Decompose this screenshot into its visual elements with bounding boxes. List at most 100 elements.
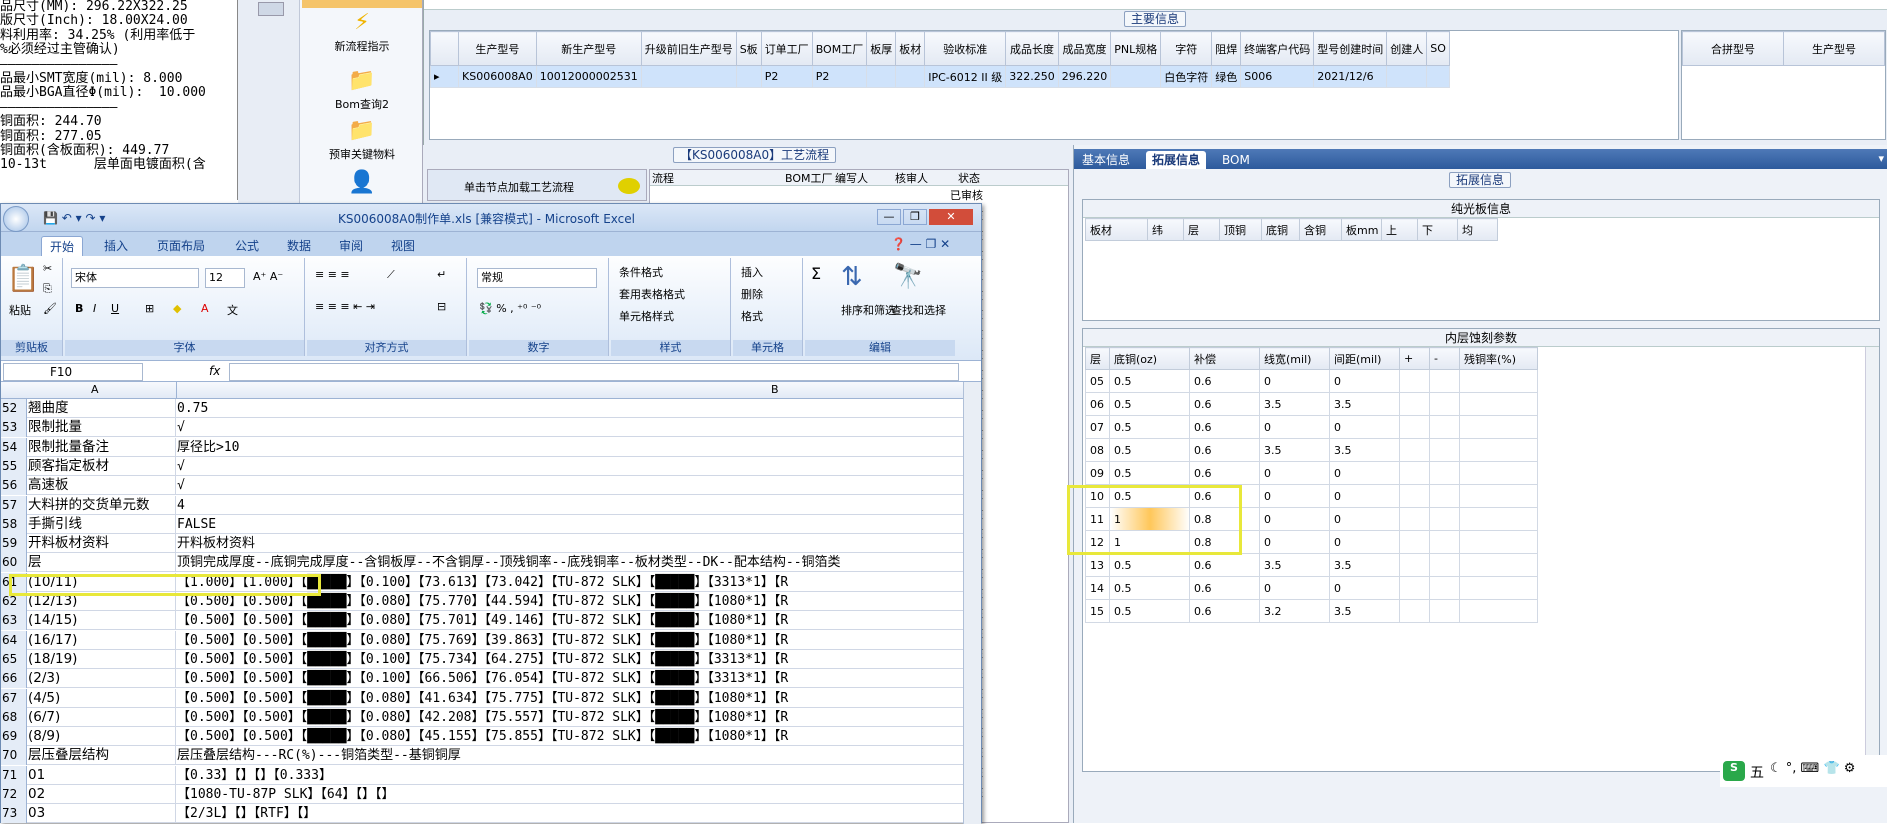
cell[interactable]: [1399, 392, 1430, 416]
row-number[interactable]: 67: [1, 688, 27, 708]
column-header[interactable]: PNL规格: [1110, 31, 1162, 66]
pure-board-header[interactable]: 下: [1417, 218, 1458, 241]
close-icon[interactable]: ✕: [929, 209, 973, 225]
minimize-icon[interactable]: —: [877, 209, 901, 225]
cell-a[interactable]: 开料板材资料: [28, 534, 176, 554]
pure-board-header[interactable]: 底铜: [1261, 218, 1300, 241]
cell[interactable]: 0: [1329, 484, 1400, 508]
pure-board-header[interactable]: 均: [1457, 218, 1498, 241]
tab-insert[interactable]: 插入: [96, 236, 136, 256]
cell[interactable]: 3.5: [1329, 553, 1400, 577]
row-number[interactable]: 53: [1, 418, 27, 438]
row-number[interactable]: 57: [1, 495, 27, 515]
cell[interactable]: [1399, 599, 1430, 623]
row-number[interactable]: 65: [1, 649, 27, 669]
table-row[interactable]: 05 0.5 0.6 0 0: [1085, 369, 1538, 393]
cell[interactable]: 0: [1329, 507, 1400, 531]
sheet-row[interactable]: 68 (6/7) 【0.500】【0.500】【█████】【0.080】【42.2…: [1, 707, 963, 727]
cell[interactable]: 0.6: [1189, 369, 1260, 393]
sheet-row[interactable]: 65 (18/19) 【0.500】【0.500】【█████】【0.100】【75…: [1, 649, 963, 669]
cell-a[interactable]: (8/9): [28, 727, 176, 747]
cell[interactable]: 0.5: [1109, 576, 1190, 600]
cell[interactable]: [1459, 461, 1538, 485]
sheet-row[interactable]: 52 翘曲度 0.75: [1, 399, 963, 418]
sheet-row[interactable]: 62 (12/13) 【0.500】【0.500】【█████】【0.080】【75…: [1, 592, 963, 611]
cell[interactable]: 0: [1259, 369, 1330, 393]
tab-review[interactable]: 审阅: [331, 236, 371, 256]
row-number[interactable]: 63: [1, 611, 27, 631]
cell[interactable]: 0: [1259, 530, 1330, 554]
column-header[interactable]: BOM工厂: [811, 31, 868, 66]
font-name-combo[interactable]: 宋体: [71, 268, 199, 288]
cell[interactable]: [1459, 507, 1538, 531]
cell-a[interactable]: (18/19): [28, 649, 176, 669]
cell[interactable]: [1429, 415, 1460, 439]
column-header[interactable]: SO: [1426, 31, 1450, 66]
row-number[interactable]: 71: [1, 765, 27, 785]
quick-access-toolbar[interactable]: 💾 ↶ ▾ ↷ ▾: [43, 211, 105, 225]
sort-filter-icon[interactable]: ⇅: [841, 262, 863, 292]
inner-scrollbar[interactable]: [1865, 347, 1879, 771]
cell[interactable]: 3.5: [1329, 438, 1400, 462]
cell[interactable]: 3.5: [1259, 553, 1330, 577]
column-header[interactable]: 字符: [1160, 31, 1213, 66]
cell[interactable]: 0.5: [1109, 484, 1190, 508]
cell[interactable]: 0.6: [1189, 392, 1260, 416]
restore-icon[interactable]: ❐: [903, 209, 927, 225]
column-header[interactable]: 创建人: [1386, 31, 1428, 66]
office-button-icon[interactable]: [3, 206, 29, 232]
tab-formulas[interactable]: 公式: [227, 236, 267, 256]
table-format-button[interactable]: 套用表格格式: [619, 286, 685, 302]
inner-header[interactable]: 线宽(mil): [1259, 347, 1330, 370]
cell-a[interactable]: 高速板: [28, 476, 176, 496]
cell[interactable]: 0: [1329, 369, 1400, 393]
pure-board-header[interactable]: 纬: [1147, 218, 1184, 241]
cell[interactable]: [1459, 438, 1538, 462]
cell[interactable]: [1459, 530, 1538, 554]
inner-header[interactable]: 残铜率(%): [1459, 347, 1538, 370]
font-color-icon[interactable]: A: [201, 302, 209, 315]
row-number[interactable]: 60: [1, 553, 27, 573]
cell[interactable]: [1429, 484, 1460, 508]
tab-bom[interactable]: BOM: [1216, 151, 1256, 169]
cell[interactable]: [1399, 484, 1430, 508]
ime-mode-label[interactable]: 五: [1750, 762, 1764, 782]
underline-icon[interactable]: U: [111, 302, 119, 315]
fill-color-icon[interactable]: ◆: [173, 302, 181, 315]
sheet-row[interactable]: 55 顾客指定板材 √: [1, 456, 963, 476]
cut-icon[interactable]: ✂: [43, 262, 52, 275]
column-header[interactable]: 阻焊: [1211, 31, 1242, 66]
align-left-icon[interactable]: ≡ ≡ ≡ ⇤ ⇥: [315, 300, 375, 313]
ime-tools-icon[interactable]: ☾ °, ⌨ 👕 ⚙: [1770, 761, 1855, 776]
inner-header[interactable]: +: [1399, 347, 1430, 370]
cell[interactable]: KS006008A0: [458, 65, 537, 88]
cell[interactable]: 10012000002531: [535, 65, 642, 88]
cell-b[interactable]: √: [177, 476, 963, 495]
table-row[interactable]: 11 1 0.8 0 0: [1085, 507, 1538, 531]
row-number[interactable]: 68: [1, 707, 27, 727]
cell-b[interactable]: √: [177, 418, 963, 437]
column-header-b[interactable]: B: [771, 383, 779, 396]
pure-board-header[interactable]: 板mm: [1341, 218, 1382, 241]
printer-icon[interactable]: [258, 2, 284, 16]
cell[interactable]: 0: [1259, 507, 1330, 531]
currency-icon[interactable]: 💱 % , ⁺⁰ ⁻⁰: [479, 302, 541, 315]
cell-b[interactable]: 【0.500】【0.500】【█████】【0.080】【42.208】【75.…: [177, 708, 963, 727]
cell-a[interactable]: 限制批量: [28, 418, 176, 438]
merge-icon[interactable]: ⊟: [437, 300, 446, 313]
cell-a[interactable]: (16/17): [28, 630, 176, 650]
find-select-icon[interactable]: 🔭: [893, 262, 923, 290]
cell[interactable]: 0.5: [1109, 599, 1190, 623]
format-cells-button[interactable]: 格式: [741, 308, 763, 324]
cell[interactable]: 1: [1109, 507, 1190, 531]
cell[interactable]: [1429, 461, 1460, 485]
inner-header[interactable]: 补偿: [1189, 347, 1260, 370]
cell-b[interactable]: 【0.500】【0.500】【█████】【0.080】【45.155】【75.…: [177, 727, 963, 746]
cell[interactable]: 3.5: [1259, 392, 1330, 416]
orientation-icon[interactable]: ⟋: [387, 268, 395, 282]
cell-a[interactable]: 限制批量备注: [28, 437, 176, 457]
launcher-item-new-flow[interactable]: ⚡ 新流程指示: [302, 10, 422, 54]
cell[interactable]: [1429, 553, 1460, 577]
table-row[interactable]: 09 0.5 0.6 0 0: [1085, 461, 1538, 485]
pure-board-header[interactable]: 含铜: [1299, 218, 1342, 241]
